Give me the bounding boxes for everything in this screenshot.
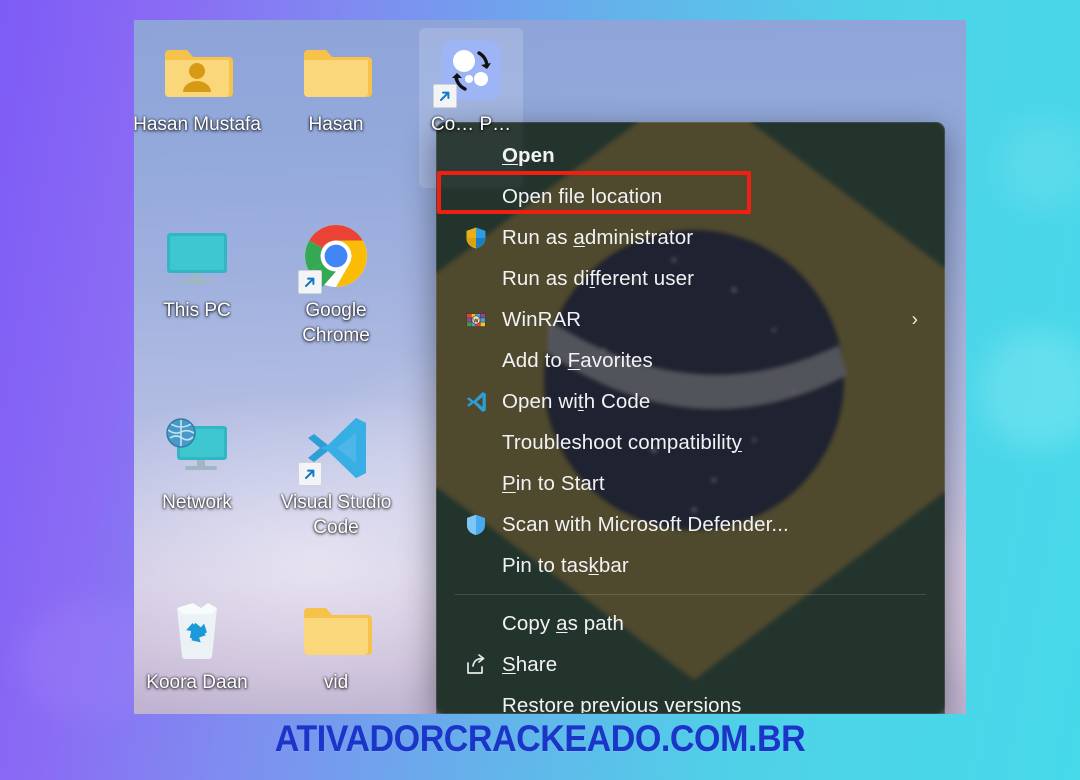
folder-icon bbox=[300, 592, 372, 664]
menu-item-run-as-administrator[interactable]: Run as administrator bbox=[437, 217, 944, 258]
menu-item-open-file-location[interactable]: Open file location bbox=[437, 176, 944, 217]
svg-text:W: W bbox=[473, 318, 479, 324]
menu-item-label: Open bbox=[502, 143, 555, 167]
shortcut-arrow-icon bbox=[298, 270, 322, 294]
desktop-icon-this-pc[interactable]: This PC bbox=[134, 220, 262, 323]
context-menu[interactable]: Open Open file location Run as administr… bbox=[436, 122, 945, 714]
site-watermark: ATIVADORCRACKEADO.COM.BR bbox=[274, 718, 806, 759]
desktop-icon-converter-app[interactable]: Co… P… bbox=[406, 28, 536, 188]
desktop-icon-label: vid bbox=[323, 672, 349, 693]
menu-item-label: Copy as path bbox=[502, 611, 625, 635]
this-pc-icon bbox=[161, 220, 233, 292]
user-folder-icon bbox=[161, 34, 233, 106]
menu-item-label: Open file location bbox=[502, 184, 663, 208]
desktop-icon-hasan[interactable]: Hasan bbox=[271, 34, 401, 137]
chevron-right-icon: › bbox=[911, 309, 918, 330]
menu-item-pin-to-taskbar[interactable]: Pin to taskbar bbox=[437, 545, 944, 586]
vscode-icon bbox=[464, 390, 488, 414]
menu-item-label: Pin to Start bbox=[502, 471, 605, 495]
menu-item-restore-previous-versions[interactable]: Restore previous versions bbox=[437, 685, 944, 714]
menu-item-label: WinRAR bbox=[502, 307, 582, 331]
desktop-icon-label: Hasan Mustafa bbox=[134, 114, 261, 135]
desktop-icon-label: This PC bbox=[163, 300, 231, 321]
desktop-icon-label: Visual Studio Code bbox=[280, 492, 392, 538]
share-icon bbox=[464, 653, 488, 677]
menu-item-label: Troubleshoot compatibility bbox=[502, 430, 742, 454]
shortcut-arrow-icon bbox=[433, 84, 457, 108]
desktop-icon-google-chrome[interactable]: Google Chrome bbox=[271, 220, 401, 348]
menu-item-label: Scan with Microsoft Defender... bbox=[502, 512, 789, 536]
desktop-icon-label: Koora Daan bbox=[146, 672, 248, 693]
menu-item-pin-to-start[interactable]: Pin to Start bbox=[437, 463, 944, 504]
menu-item-open-with-code[interactable]: Open with Code bbox=[437, 381, 944, 422]
desktop-icon-vid[interactable]: vid bbox=[271, 592, 401, 695]
menu-item-winrar[interactable]: W WinRAR › bbox=[437, 299, 944, 340]
desktop-icon-label: Network bbox=[162, 492, 232, 513]
menu-item-add-to-favorites[interactable]: Add to Favorites bbox=[437, 340, 944, 381]
menu-item-troubleshoot-compatibility[interactable]: Troubleshoot compatibility bbox=[437, 422, 944, 463]
uac-shield-icon bbox=[464, 226, 488, 250]
menu-item-label: Restore previous versions bbox=[502, 693, 742, 714]
menu-item-scan-with-microsoft-defender[interactable]: Scan with Microsoft Defender... bbox=[437, 504, 944, 545]
menu-item-open[interactable]: Open bbox=[437, 135, 944, 176]
visual-studio-code-icon bbox=[298, 412, 372, 486]
splash-blob bbox=[980, 330, 1080, 450]
desktop-icon-recycle-bin[interactable]: Koora Daan bbox=[134, 592, 262, 695]
google-chrome-icon bbox=[298, 220, 372, 294]
menu-item-label: Run as different user bbox=[502, 266, 695, 290]
menu-item-label: Pin to taskbar bbox=[502, 553, 629, 577]
menu-item-label: Add to Favorites bbox=[502, 348, 653, 372]
menu-item-label: Share bbox=[502, 652, 558, 676]
desktop-screenshot-panel: Hasan Mustafa Hasan Co… P… This PC Googl… bbox=[134, 20, 966, 714]
menu-item-share[interactable]: Share bbox=[437, 644, 944, 685]
desktop-icon-label: Google Chrome bbox=[302, 300, 370, 346]
desktop-icon-label: Co… P… bbox=[430, 114, 512, 135]
network-icon bbox=[161, 412, 233, 484]
converter-app-icon bbox=[433, 34, 507, 108]
menu-item-run-as-different-user[interactable]: Run as different user bbox=[437, 258, 944, 299]
desktop-icon-label: Hasan bbox=[308, 114, 364, 135]
desktop-icon-hasan-mustafa[interactable]: Hasan Mustafa bbox=[134, 34, 262, 137]
menu-item-label: Open with Code bbox=[502, 389, 651, 413]
splash-blob bbox=[1000, 120, 1080, 210]
desktop-icon-network[interactable]: Network bbox=[134, 412, 262, 515]
shortcut-arrow-icon bbox=[298, 462, 322, 486]
menu-separator bbox=[455, 594, 926, 595]
menu-item-copy-as-path[interactable]: Copy as path bbox=[437, 603, 944, 644]
folder-icon bbox=[300, 34, 372, 106]
winrar-icon: W bbox=[464, 308, 488, 332]
defender-shield-icon bbox=[464, 513, 488, 537]
menu-item-label: Run as administrator bbox=[502, 225, 694, 249]
desktop-icon-visual-studio-code[interactable]: Visual Studio Code bbox=[271, 412, 401, 540]
recycle-bin-icon bbox=[161, 592, 233, 664]
